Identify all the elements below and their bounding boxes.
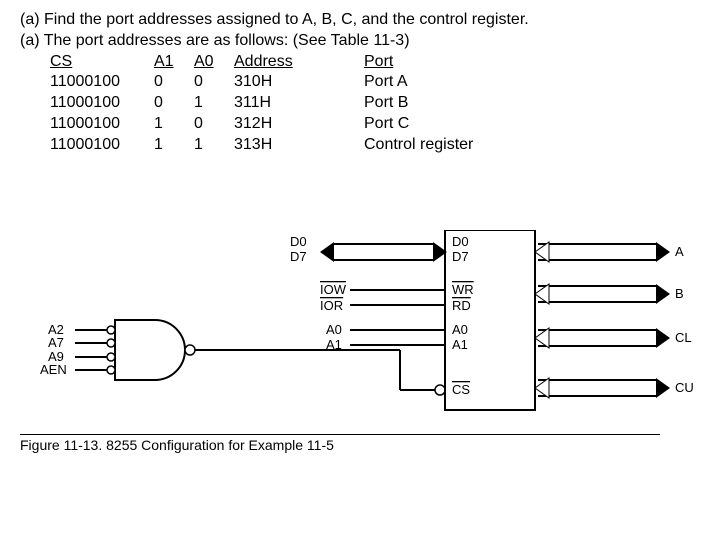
cell-addr: 313H: [234, 135, 364, 156]
table-row: 1100010000310HPort A: [20, 72, 700, 93]
cell-a1: 1: [154, 114, 194, 135]
output-cl: CL: [675, 330, 692, 345]
hdr-a0: A0: [194, 53, 214, 70]
pin-d7: D7: [452, 249, 469, 264]
cell-cs: 11000100: [20, 135, 154, 156]
hdr-cs: CS: [50, 53, 72, 70]
cell-cs: 11000100: [20, 114, 154, 135]
cell-addr: 312H: [234, 114, 364, 135]
cell-a1: 0: [154, 93, 194, 114]
caption-rest: 8255 Configuration for Example 11-5: [102, 437, 334, 453]
table-row: 1100010011313HControl register: [20, 135, 700, 156]
question-line: (a) Find the port addresses assigned to …: [20, 10, 700, 31]
answer-intro: (a) The port addresses are as follows: (…: [20, 31, 700, 52]
cell-port: Port A: [364, 72, 524, 93]
hdr-a1: A1: [154, 53, 174, 70]
cell-port: Port C: [364, 114, 524, 135]
cell-a0: 0: [194, 114, 234, 135]
signal-a1: A1: [326, 337, 342, 352]
bus-d7: D7: [290, 249, 307, 264]
bus-d0: D0: [290, 234, 307, 249]
signal-iow: IOW: [320, 282, 347, 297]
pin-rd: RD: [452, 298, 471, 313]
pin-wr: WR: [452, 282, 474, 297]
cell-cs: 11000100: [20, 93, 154, 114]
input-a7: A7: [48, 335, 64, 350]
hdr-addr: Address: [234, 53, 293, 70]
cell-a1: 0: [154, 72, 194, 93]
input-aen: AEN: [40, 362, 67, 377]
pin-a0: A0: [452, 322, 468, 337]
table-header: CS A1 A0 Address Port: [20, 52, 700, 73]
hdr-port: Port: [364, 53, 393, 70]
cell-cs: 11000100: [20, 72, 154, 93]
circuit-diagram: A2 A7 A9 AEN D0 D7 IOW IOR A0 A1 D0: [20, 230, 700, 460]
cell-port: Control register: [364, 135, 524, 156]
pin-d0: D0: [452, 234, 469, 249]
table-row: 1100010010312HPort C: [20, 114, 700, 135]
cell-port: Port B: [364, 93, 524, 114]
pin-a1: A1: [452, 337, 468, 352]
caption-prefix: Figure 11-13.: [20, 437, 102, 453]
cell-a0: 0: [194, 72, 234, 93]
cell-a1: 1: [154, 135, 194, 156]
cell-a0: 1: [194, 93, 234, 114]
table-row: 1100010001311HPort B: [20, 93, 700, 114]
cell-addr: 311H: [234, 93, 364, 114]
cell-addr: 310H: [234, 72, 364, 93]
output-cu: CU: [675, 380, 694, 395]
output-b: B: [675, 286, 684, 301]
output-a: A: [675, 244, 684, 259]
signal-ior: IOR: [320, 298, 343, 313]
pin-cs: CS: [452, 382, 470, 397]
cell-a0: 1: [194, 135, 234, 156]
signal-a0: A0: [326, 322, 342, 337]
figure-caption: Figure 11-13. 8255 Configuration for Exa…: [20, 434, 660, 453]
